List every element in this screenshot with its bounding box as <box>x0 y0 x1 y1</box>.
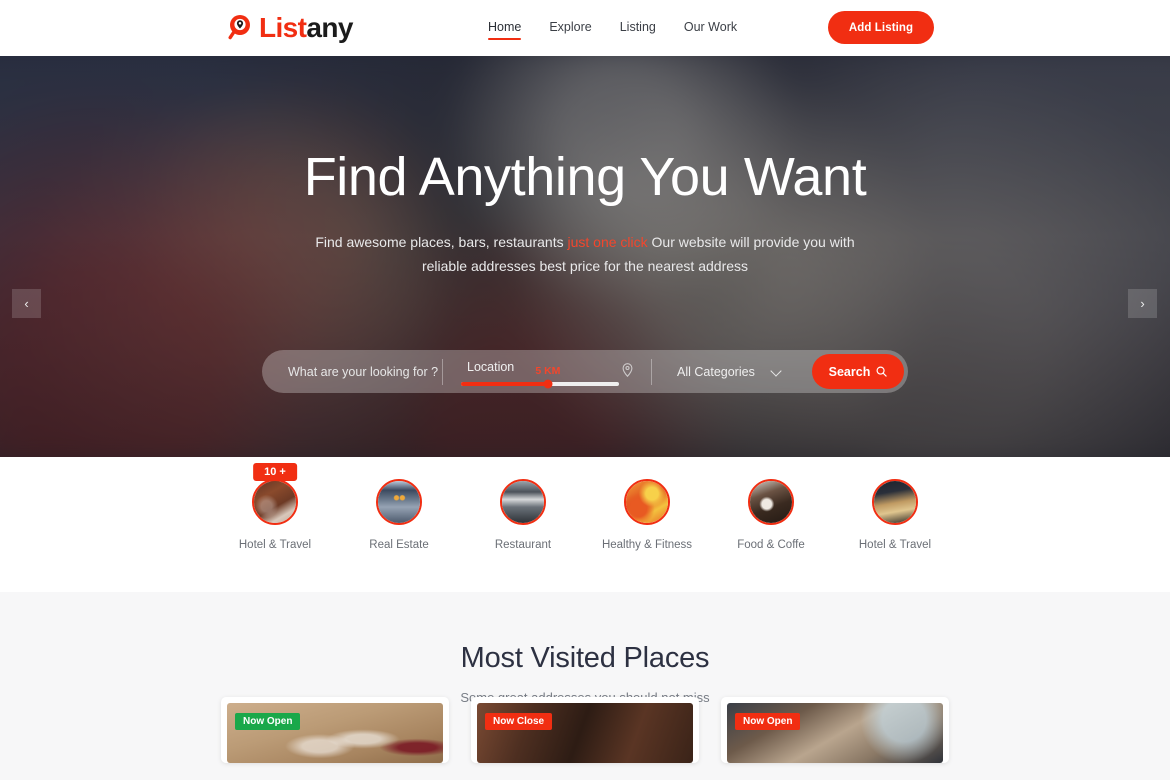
category-thumb <box>500 479 546 525</box>
categories-section: 10 + Hotel & Travel Real Estate Restaura… <box>0 457 1170 592</box>
category-thumb-image <box>502 481 544 523</box>
category-thumb-image <box>254 481 296 523</box>
magnifier-icon <box>876 366 888 377</box>
add-listing-button[interactable]: Add Listing <box>828 11 934 44</box>
category-item-food-coffe[interactable]: Food & Coffe <box>709 479 833 551</box>
hero-subtitle-lead: Find awesome places, bars, restaurants <box>315 233 568 250</box>
radius-slider[interactable]: 5 KM <box>461 365 619 389</box>
place-card[interactable]: Now Open <box>721 697 949 763</box>
search-category-value: All Categories <box>677 364 755 379</box>
nav-item-home[interactable]: Home <box>488 20 522 40</box>
place-card-image: Now Open <box>227 703 443 763</box>
categories-list: 10 + Hotel & Travel Real Estate Restaura… <box>213 463 957 551</box>
place-card-image: Now Open <box>727 703 943 763</box>
site-header: Listany Home Explore Listing Our Work Ad… <box>0 0 1170 56</box>
hero-content: Find Anything You Want Find awesome plac… <box>0 56 1170 457</box>
category-label: Hotel & Travel <box>238 539 312 551</box>
logo-text-primary: List <box>259 12 307 43</box>
main-nav: Home Explore Listing Our Work <box>488 0 737 56</box>
place-card[interactable]: Now Close <box>471 697 699 763</box>
category-thumb-image <box>874 481 916 523</box>
place-card-image: Now Close <box>477 703 693 763</box>
category-item-restaurant[interactable]: Restaurant <box>461 479 585 551</box>
search-keyword-field[interactable]: What are your looking for ? <box>262 350 442 393</box>
place-cards-list: Now Open Now Close Now Open <box>221 697 949 763</box>
hero-subtitle: Find awesome places, bars, restaurants j… <box>305 230 865 278</box>
category-label: Healthy & Fitness <box>601 539 693 551</box>
place-card[interactable]: Now Open <box>221 697 449 763</box>
category-label: Hotel & Travel <box>858 539 932 551</box>
status-badge: Now Open <box>735 713 801 730</box>
category-label: Real Estate <box>369 539 429 551</box>
category-thumb <box>252 479 298 525</box>
status-badge: Now Close <box>485 713 553 730</box>
chevron-down-icon <box>770 365 782 377</box>
search-button[interactable]: Search <box>812 354 904 389</box>
category-thumb <box>748 479 794 525</box>
hero-subtitle-highlight: just one click <box>567 233 648 250</box>
category-thumb-image <box>378 481 420 523</box>
category-item-hotel-travel-2[interactable]: Hotel & Travel <box>833 479 957 551</box>
logo[interactable]: Listany <box>226 14 353 42</box>
category-item-healthy-fitness[interactable]: Healthy & Fitness <box>585 479 709 551</box>
search-button-label: Search <box>828 364 871 379</box>
nav-item-explore[interactable]: Explore <box>549 20 591 37</box>
search-location-field[interactable]: Location 5 KM <box>443 350 651 393</box>
category-thumb-image <box>750 481 792 523</box>
category-thumb <box>872 479 918 525</box>
radius-slider-value: 5 KM <box>535 365 561 377</box>
search-keyword-placeholder: What are your looking for ? <box>288 364 439 379</box>
radius-slider-thumb[interactable] <box>543 379 553 389</box>
hero-search-bar: What are your looking for ? Location 5 K… <box>262 350 908 393</box>
hero-section: ‹ › Find Anything You Want Find awesome … <box>0 56 1170 457</box>
category-item-real-estate[interactable]: Real Estate <box>337 479 461 551</box>
most-visited-section: Most Visited Places Some great addresses… <box>0 592 1170 780</box>
radius-slider-fill <box>461 382 548 386</box>
carousel-next-button[interactable]: › <box>1128 289 1157 318</box>
category-thumb-image <box>626 481 668 523</box>
logo-text: Listany <box>259 14 353 42</box>
category-label: Food & Coffe <box>737 539 805 551</box>
category-label: Restaurant <box>494 539 552 551</box>
status-badge: Now Open <box>235 713 301 730</box>
category-thumb <box>376 479 422 525</box>
section-title: Most Visited Places <box>460 642 710 674</box>
carousel-prev-button[interactable]: ‹ <box>12 289 41 318</box>
location-pin-icon <box>622 363 633 377</box>
search-category-select[interactable]: All Categories <box>652 350 812 393</box>
nav-item-listing[interactable]: Listing <box>620 20 656 37</box>
search-location-label: Location <box>467 360 515 374</box>
logo-text-secondary: any <box>306 12 353 43</box>
category-item-hotel-travel[interactable]: 10 + Hotel & Travel <box>213 463 337 551</box>
category-thumb <box>624 479 670 525</box>
map-pin-search-icon <box>228 15 250 40</box>
hero-title: Find Anything You Want <box>303 147 867 207</box>
nav-item-our-work[interactable]: Our Work <box>684 20 737 37</box>
